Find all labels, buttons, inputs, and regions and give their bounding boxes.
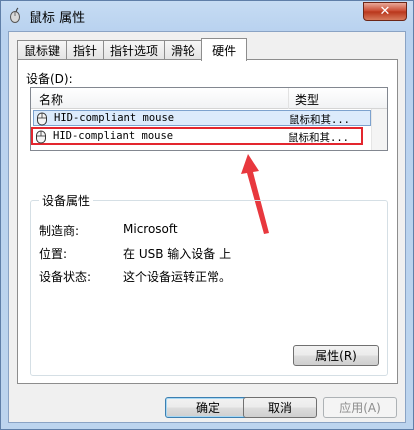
title-bar[interactable]: 鼠标 属性 ✕ [1,1,413,29]
column-header-name[interactable]: 名称 [39,91,63,108]
properties-button[interactable]: 属性(R) [293,345,379,366]
group-title: 设备属性 [39,192,94,209]
ok-button[interactable]: 确定 [165,397,251,418]
device-name: HID-compliant mouse [54,112,175,124]
mouse-app-icon [10,7,20,23]
column-header-type[interactable]: 类型 [295,91,319,108]
column-divider[interactable] [288,88,289,109]
tab-pointers[interactable]: 指针 [66,40,105,60]
device-status-value: 这个设备运转正常。 [123,270,232,284]
manufacturer-value: Microsoft [123,222,178,236]
device-type: 鼠标和其... [288,132,349,144]
tab-strip: 鼠标键 指针 指针选项 滑轮 硬件 [17,38,248,61]
tab-pointer-options[interactable]: 指针选项 [103,40,166,60]
device-properties-group: 设备属性 制造商: Microsoft 位置: 在 USB 输入设备 上 设备状… [30,192,388,376]
cancel-button[interactable]: 取消 [243,397,317,418]
window-title: 鼠标 属性 [29,11,86,26]
device-name: HID-compliant mouse [53,130,174,142]
apply-button[interactable]: 应用(A) [323,397,397,418]
devices-label: 设备(D): [26,72,73,86]
mouse-properties-window: 鼠标 属性 ✕ 鼠标键 指针 指针选项 滑轮 硬件 设备(D): 名称 类型 H… [0,0,414,430]
close-icon: ✕ [379,4,391,19]
mouse-device-icon [37,112,47,126]
device-status-label: 设备状态: [39,270,92,284]
list-scrollbar[interactable] [371,109,387,150]
device-row-highlighted[interactable]: HID-compliant mouse 鼠标和其... [31,127,363,145]
device-type: 鼠标和其... [289,114,350,126]
dialog-body: 鼠标键 指针 指针选项 滑轮 硬件 设备(D): 名称 类型 HID-compl… [8,31,406,423]
location-value: 在 USB 输入设备 上 [123,247,232,261]
device-row[interactable]: HID-compliant mouse 鼠标和其... [33,110,371,126]
close-button[interactable]: ✕ [363,2,407,21]
mouse-device-icon [36,130,46,144]
device-list[interactable]: 名称 类型 HID-compliant mouse 鼠标和其... HID-co… [30,87,388,151]
location-label: 位置: [39,247,68,261]
hardware-tab-panel: 设备(D): 名称 类型 HID-compliant mouse 鼠标和其... [17,59,398,384]
tab-wheel[interactable]: 滑轮 [164,40,203,60]
list-header: 名称 类型 [31,88,387,109]
manufacturer-label: 制造商: [39,224,80,238]
tab-buttons[interactable]: 鼠标键 [17,40,68,60]
tab-hardware[interactable]: 硬件 [201,38,248,61]
